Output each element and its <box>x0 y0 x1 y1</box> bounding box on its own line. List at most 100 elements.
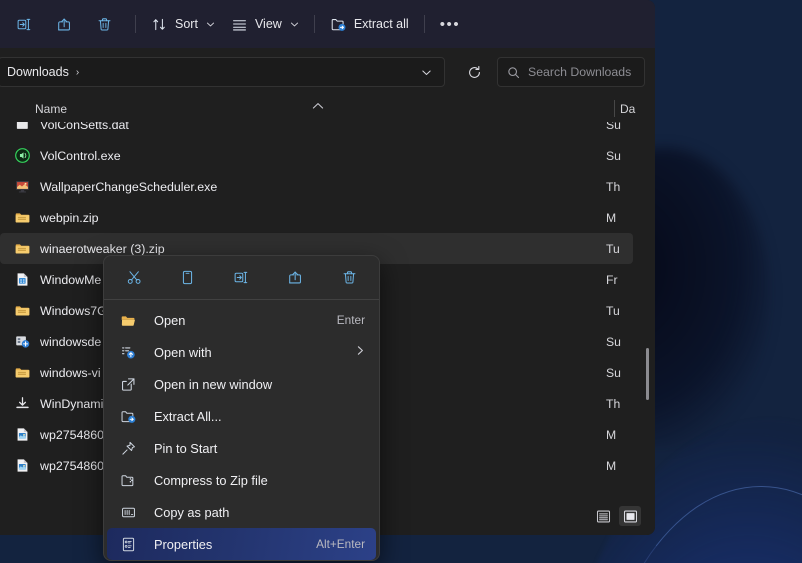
address-bar-row: Downloads › Search Downloads <box>0 48 655 96</box>
file-icon-wallpaper-exe <box>14 178 40 195</box>
sort-icon <box>153 18 165 30</box>
chevron-down-icon <box>290 22 298 26</box>
breadcrumb[interactable]: Downloads › <box>7 65 414 79</box>
file-name: VolControl.exe <box>40 148 121 163</box>
cut-button[interactable] <box>114 262 154 292</box>
context-menu-item-label: Open in new window <box>154 376 273 392</box>
pin-icon <box>120 440 154 457</box>
open-with-icon <box>120 344 154 361</box>
extract-all-icon <box>331 18 346 31</box>
details-view-button[interactable] <box>592 506 614 526</box>
file-date: Fr <box>606 272 618 287</box>
view-button-label: View <box>254 17 282 31</box>
chevron-down-icon <box>421 70 431 75</box>
file-icon-blue-doc <box>14 271 40 288</box>
file-row[interactable]: WallpaperChangeScheduler.exe Th <box>0 171 655 202</box>
toolbar-divider-3 <box>423 15 425 33</box>
share-button[interactable] <box>275 262 315 292</box>
address-dropdown-button[interactable] <box>414 60 438 84</box>
extract-all-icon <box>120 408 154 425</box>
context-menu-item-pin-to-start[interactable]: Pin to Start <box>107 432 376 464</box>
column-divider[interactable] <box>614 100 615 117</box>
search-input[interactable]: Search Downloads <box>528 65 631 79</box>
cut-icon <box>127 270 141 284</box>
column-header-date[interactable]: Da <box>620 102 635 116</box>
file-icon-download-file <box>14 395 40 412</box>
context-menu-item-open[interactable]: Open Enter <box>107 304 376 336</box>
context-menu-item-label: Open with <box>154 344 212 360</box>
file-date: Su <box>606 148 621 163</box>
context-menu-quick-actions <box>104 256 379 298</box>
file-name: winaerotweaker (3).zip <box>40 241 165 256</box>
copy-icon <box>183 270 193 284</box>
file-date: Th <box>606 179 621 194</box>
context-menu-item-extract-all[interactable]: Extract All... <box>107 400 376 432</box>
context-menu-item-label: Pin to Start <box>154 440 218 456</box>
large-icons-view-icon <box>623 510 637 522</box>
file-name: VolConSetts.dat <box>40 122 129 132</box>
file-name: WallpaperChangeScheduler.exe <box>40 179 218 194</box>
context-menu-items: Open Enter Open with Open in new window Extr… <box>104 304 379 560</box>
view-icon <box>232 19 246 30</box>
rename-button[interactable] <box>8 8 48 40</box>
ellipsis-icon: ••• <box>439 15 461 33</box>
context-menu-divider <box>104 299 379 300</box>
context-menu-item-label: Extract All... <box>154 408 222 424</box>
file-name: WindowMe <box>40 272 102 287</box>
file-date: Su <box>606 334 621 349</box>
address-bar[interactable]: Downloads › <box>0 57 445 87</box>
file-date: Su <box>606 365 621 380</box>
search-icon <box>508 66 520 78</box>
chevron-down-icon <box>206 22 214 26</box>
large-icons-view-button[interactable] <box>619 506 641 526</box>
file-list-scrollbar[interactable] <box>646 348 649 400</box>
file-date: M <box>606 210 617 225</box>
refresh-icon <box>468 65 480 78</box>
rename-icon <box>17 18 31 30</box>
context-menu-item-properties[interactable]: Properties Alt+Enter <box>107 528 376 560</box>
compress-zip-icon <box>120 472 154 489</box>
file-row[interactable]: VolConSetts.dat Su <box>0 122 655 140</box>
file-icon-volcontrol-exe <box>14 147 40 164</box>
file-icon-installer <box>14 333 40 350</box>
file-date: M <box>606 427 617 442</box>
context-menu-item-open-in-new-window[interactable]: Open in new window <box>107 368 376 400</box>
copy-button[interactable] <box>168 262 208 292</box>
sort-button[interactable]: Sort <box>143 8 223 40</box>
details-view-icon <box>596 510 610 522</box>
column-header-row: Name Da <box>0 96 655 122</box>
search-box[interactable]: Search Downloads <box>497 57 645 87</box>
toolbar-divider-1 <box>135 15 136 33</box>
file-date: Th <box>606 396 621 411</box>
refresh-button[interactable] <box>462 60 486 84</box>
delete-button[interactable] <box>88 8 128 40</box>
share-icon <box>58 18 70 30</box>
context-menu-item-copy-as-path[interactable]: Copy as path <box>107 496 376 528</box>
file-icon-zip-folder <box>14 209 40 226</box>
context-menu-item-open-with[interactable]: Open with <box>107 336 376 368</box>
share-button[interactable] <box>48 8 88 40</box>
context-menu: Open Enter Open with Open in new window Extr… <box>103 255 380 561</box>
file-name: windows-vi <box>40 365 101 380</box>
file-icon-dat-file <box>14 122 40 133</box>
rename-button[interactable] <box>222 262 262 292</box>
file-icon-zip-folder <box>14 302 40 319</box>
context-menu-item-label: Copy as path <box>154 504 230 520</box>
share-icon <box>288 271 301 283</box>
file-name: wp2754860- <box>40 427 109 442</box>
delete-button[interactable] <box>329 262 369 292</box>
chevron-right-icon <box>356 343 365 361</box>
file-row[interactable]: VolControl.exe Su <box>0 140 655 171</box>
context-menu-item-compress-to-zip-file[interactable]: Compress to Zip file <box>107 464 376 496</box>
file-row[interactable]: webpin.zip M <box>0 202 655 233</box>
more-options-button[interactable]: ••• <box>432 8 469 40</box>
extract-all-button[interactable]: Extract all <box>322 8 417 40</box>
extract-all-button-label: Extract all <box>353 17 409 31</box>
delete-icon <box>98 17 111 31</box>
view-button[interactable]: View <box>223 8 307 40</box>
file-icon-image-file <box>14 457 40 474</box>
breadcrumb-item-downloads[interactable]: Downloads <box>7 65 69 79</box>
file-date: Su <box>606 122 621 132</box>
column-header-name[interactable]: Name <box>0 102 285 116</box>
file-name: windowsde <box>40 334 102 349</box>
